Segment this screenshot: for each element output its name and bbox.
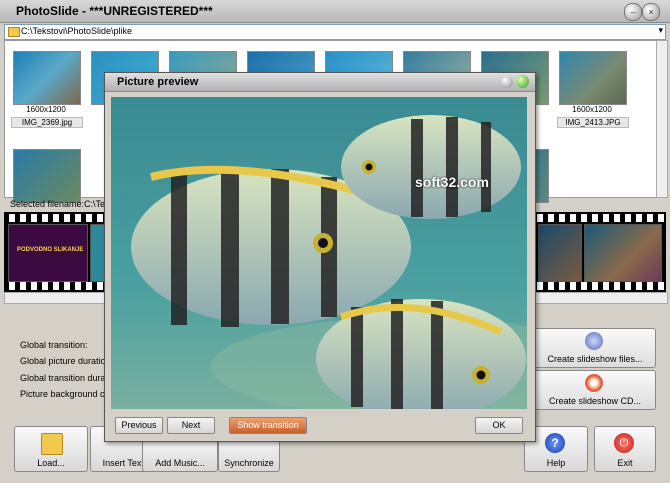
picture-preview-dialog: Picture preview Previous Next Show trans… <box>104 72 536 442</box>
previous-button[interactable]: Previous <box>115 417 163 434</box>
folder-icon <box>8 27 20 37</box>
close-icon[interactable] <box>516 75 529 88</box>
exit-button[interactable]: ⏻ Exit <box>594 426 656 472</box>
close-icon[interactable]: × <box>642 3 660 21</box>
cd-icon <box>585 374 603 392</box>
next-button[interactable]: Next <box>167 417 215 434</box>
global-transition-label: Global transition: <box>20 340 88 350</box>
thumbnail-name: IMG_2413.JPG <box>557 117 629 128</box>
thumbnail-size: 1600x1200 <box>572 105 612 114</box>
title-bar: PhotoSlide - ***UNREGISTERED*** – × <box>0 0 670 23</box>
load-button[interactable]: Load... <box>14 426 88 472</box>
preview-title-bar: Picture preview <box>105 73 535 92</box>
preview-photo <box>111 97 527 409</box>
fish-photo-illustration <box>111 97 527 409</box>
preview-title: Picture preview <box>117 76 199 88</box>
ok-button[interactable]: OK <box>475 417 523 434</box>
help-icon: ? <box>545 433 565 453</box>
film-frame[interactable] <box>538 224 582 282</box>
power-icon: ⏻ <box>614 433 634 453</box>
thumbnail-image[interactable] <box>559 51 627 105</box>
minimize-icon[interactable]: – <box>624 3 642 21</box>
film-frame-title[interactable]: PODVODNO SLIKANJE <box>8 224 88 282</box>
folder-path: C:\Tekstovi\PhotoSlide\plike <box>21 26 133 36</box>
window-title: PhotoSlide - ***UNREGISTERED*** <box>16 4 213 18</box>
film-frame[interactable] <box>584 224 662 282</box>
show-transition-button[interactable]: Show transition <box>229 417 307 434</box>
chevron-down-icon[interactable]: ▾ <box>658 25 663 36</box>
gear-icon <box>585 332 603 350</box>
thumbnail-name: IMG_2369.jpg <box>11 117 83 128</box>
create-slideshow-cd-button[interactable]: Create slideshow CD... <box>534 370 656 410</box>
thumbnail-scrollbar[interactable] <box>656 40 668 198</box>
title-frame-text: PODVODNO SLIKANJE <box>17 247 84 253</box>
thumbnail-size: 1600x1200 <box>26 105 66 114</box>
watermark-text: soft32.com <box>415 174 489 190</box>
thumbnail-image[interactable] <box>13 51 81 105</box>
thumbnail-image[interactable] <box>13 149 81 203</box>
global-picture-duration-label: Global picture duration: <box>20 356 114 366</box>
create-slideshow-files-button[interactable]: Create slideshow files... <box>534 328 656 368</box>
folder-path-combo[interactable]: C:\Tekstovi\PhotoSlide\plike ▾ <box>4 24 666 40</box>
folder-icon <box>41 433 63 455</box>
minimize-icon[interactable] <box>501 76 513 88</box>
